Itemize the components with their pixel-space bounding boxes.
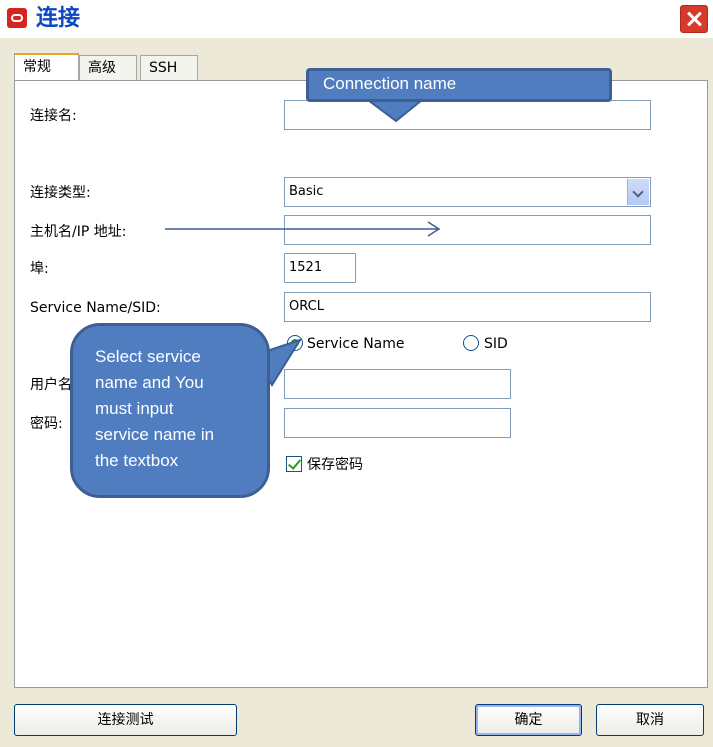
callout-line: the textbox: [95, 451, 179, 470]
callout-line: service name in: [95, 425, 215, 444]
callout-line: name and You: [95, 373, 204, 392]
callout-line: Select service: [95, 347, 201, 366]
service-name-callout: Select service name and You must input s…: [70, 323, 270, 498]
callout-line: must input: [95, 399, 174, 418]
top-callout-pointer: [365, 99, 425, 123]
connection-name-callout: Connection name: [306, 68, 612, 102]
